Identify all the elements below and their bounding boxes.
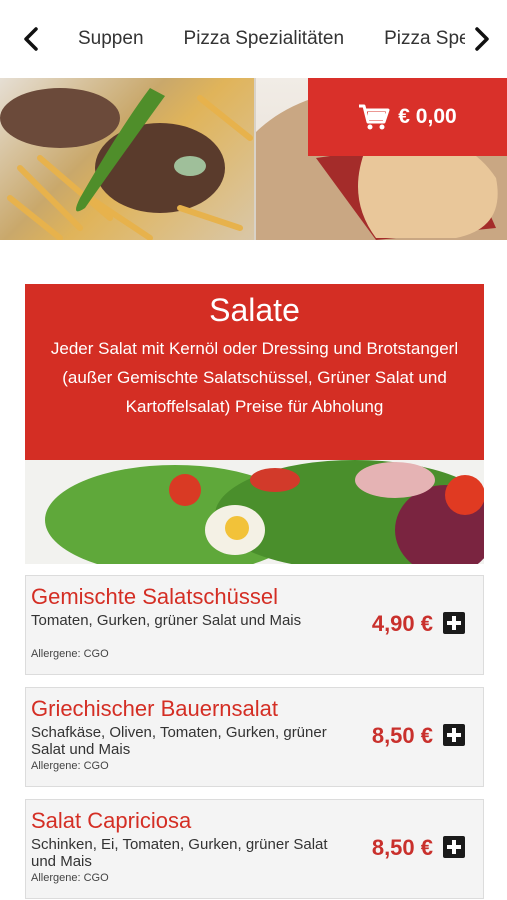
cart-button[interactable]: € 0,00 <box>308 78 507 156</box>
category-title: Salate <box>209 292 300 328</box>
tab-pizza-spezial[interactable]: Pizza Spezial <box>384 0 465 78</box>
add-to-cart-button[interactable] <box>443 612 465 634</box>
cart-icon <box>359 104 390 130</box>
menu-item: Griechischer Bauernsalat Schafkäse, Oliv… <box>25 687 484 787</box>
category-header: Salate Jeder Salat mit Kernöl oder Dress… <box>25 284 484 460</box>
nav-tabs: Suppen Pizza Spezialitäten Pizza Spezial <box>78 0 465 78</box>
plus-icon <box>447 840 461 854</box>
hero-food-image-steak <box>0 78 254 240</box>
item-price: 8,50 € <box>371 835 433 860</box>
menu-item: Salat Capriciosa Schinken, Ei, Tomaten, … <box>25 799 484 899</box>
item-description: Schinken, Ei, Tomaten, Gurken, grüner Sa… <box>31 836 328 870</box>
cart-total: € 0,00 <box>398 105 457 128</box>
item-allergens: Allergene: CGO <box>31 760 109 772</box>
item-name: Griechischer Bauernsalat <box>31 696 279 721</box>
add-to-cart-button[interactable] <box>443 836 465 858</box>
item-name: Gemischte Salatschüssel <box>31 584 278 609</box>
tab-suppen[interactable]: Suppen <box>78 0 144 78</box>
item-description: Schafkäse, Oliven, Tomaten, Gurken, grün… <box>31 724 327 758</box>
tab-pizza-spezialitaeten[interactable]: Pizza Spezialitäten <box>184 0 345 78</box>
item-description: Tomaten, Gurken, grüner Salat und Mais <box>31 612 302 629</box>
hero-banner: € 0,00 <box>0 78 507 240</box>
plus-icon <box>447 616 461 630</box>
category-description: Jeder Salat mit Kernöl oder Dressing und… <box>50 339 459 416</box>
item-price: 8,50 € <box>371 723 433 748</box>
chevron-right-icon <box>475 27 489 51</box>
nav-prev-button[interactable] <box>14 22 48 56</box>
item-name: Salat Capriciosa <box>31 808 192 833</box>
item-allergens: Allergene: CGO <box>31 872 109 884</box>
add-to-cart-button[interactable] <box>443 724 465 746</box>
nav-next-button[interactable] <box>465 22 499 56</box>
item-allergens: Allergene: CGO <box>31 648 109 660</box>
category-nav: Suppen Pizza Spezialitäten Pizza Spezial <box>0 0 507 78</box>
category-image <box>25 460 484 564</box>
menu-item: Gemischte Salatschüssel Tomaten, Gurken,… <box>25 575 484 675</box>
plus-icon <box>447 728 461 742</box>
item-price: 4,90 € <box>371 611 433 636</box>
chevron-left-icon <box>24 27 38 51</box>
